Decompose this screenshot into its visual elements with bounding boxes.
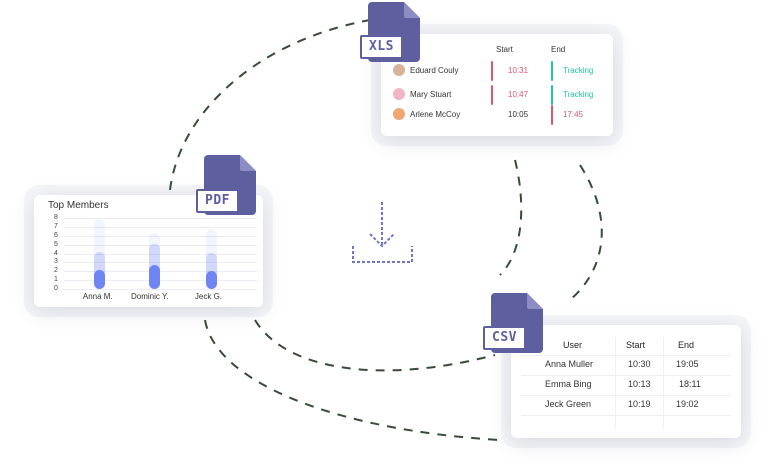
csv-preview-card: User Start End Anna Muller 10:30 19:05 E… [511, 325, 741, 438]
y-tick-label: 3 [54, 258, 58, 266]
y-tick-label: 5 [54, 240, 58, 248]
grid-line [64, 289, 257, 290]
late-marker [491, 85, 493, 105]
csv-file-icon: CSV [483, 293, 543, 353]
member-name: Mary Stuart [410, 90, 452, 99]
table-row: Eduard Couly 10:31 Tracking [393, 61, 608, 81]
member-name: Arlene McCoy [410, 110, 461, 119]
row-divider [521, 395, 731, 396]
grid-line [64, 244, 257, 246]
avatar [393, 108, 405, 120]
row-divider [521, 375, 731, 376]
tracking-marker [551, 61, 553, 81]
end-status: Tracking [563, 90, 594, 99]
y-tick-label: 0 [54, 285, 58, 292]
grid-line [64, 226, 257, 228]
y-tick-label: 7 [54, 222, 58, 230]
csv-end: 18:11 [679, 379, 701, 389]
tracking-marker [551, 85, 553, 105]
bar [206, 270, 217, 289]
csv-header-start: Start [626, 340, 646, 350]
y-tick-label: 1 [54, 276, 58, 284]
csv-user: Emma Bing [545, 379, 592, 389]
pdf-file-icon: PDF [196, 155, 256, 215]
xls-file-icon: XLS [360, 2, 420, 62]
table-row: Arlene McCoy 10:05 17:45 [393, 105, 608, 125]
table-row: Mary Stuart 10:47 Tracking [393, 85, 608, 105]
csv-header-user: User [563, 340, 583, 350]
csv-start: 10:19 [628, 399, 651, 409]
member-name: Eduard Couly [410, 66, 459, 75]
csv-user: Anna Muller [545, 359, 594, 369]
start-time: 10:47 [508, 90, 529, 99]
row-divider [521, 415, 731, 416]
x-tick-label: Anna M. [82, 292, 113, 301]
xls-badge-label: XLS [360, 35, 403, 59]
grid-line [64, 218, 257, 219]
late-marker [491, 61, 493, 81]
bar [94, 269, 105, 289]
avatar [393, 88, 405, 100]
end-status: Tracking [563, 66, 594, 75]
download-icon [352, 202, 413, 263]
chart-title: Top Members [48, 200, 109, 211]
start-time: 10:05 [508, 110, 529, 119]
y-tick-label: 6 [54, 231, 58, 239]
csv-end: 19:05 [676, 359, 699, 369]
x-tick-label: Dominic Y. [131, 292, 169, 301]
csv-badge-label: CSV [483, 326, 526, 350]
end-time: 17:45 [563, 110, 584, 119]
y-tick-label: 2 [54, 267, 58, 275]
bar [149, 264, 160, 289]
csv-header-end: End [678, 340, 695, 350]
grid-line [64, 235, 257, 237]
late-marker [551, 105, 553, 125]
x-tick-label: Jeck G. [194, 292, 223, 301]
xls-header-end: End [551, 45, 566, 54]
pdf-badge-label: PDF [196, 189, 239, 213]
y-tick-label: 8 [54, 214, 58, 221]
y-tick-label: 4 [54, 249, 58, 257]
csv-start: 10:30 [628, 359, 651, 369]
xls-header-start: Start [496, 45, 513, 54]
csv-user: Jeck Green [545, 399, 592, 409]
row-divider [521, 355, 731, 356]
avatar [393, 64, 405, 76]
csv-end: 19:02 [676, 399, 699, 409]
csv-start: 10:13 [628, 379, 651, 389]
grid-line [64, 280, 257, 282]
grid-line [64, 253, 257, 255]
start-time: 10:31 [508, 66, 529, 75]
grid-line [64, 271, 257, 273]
grid-line [64, 262, 257, 264]
